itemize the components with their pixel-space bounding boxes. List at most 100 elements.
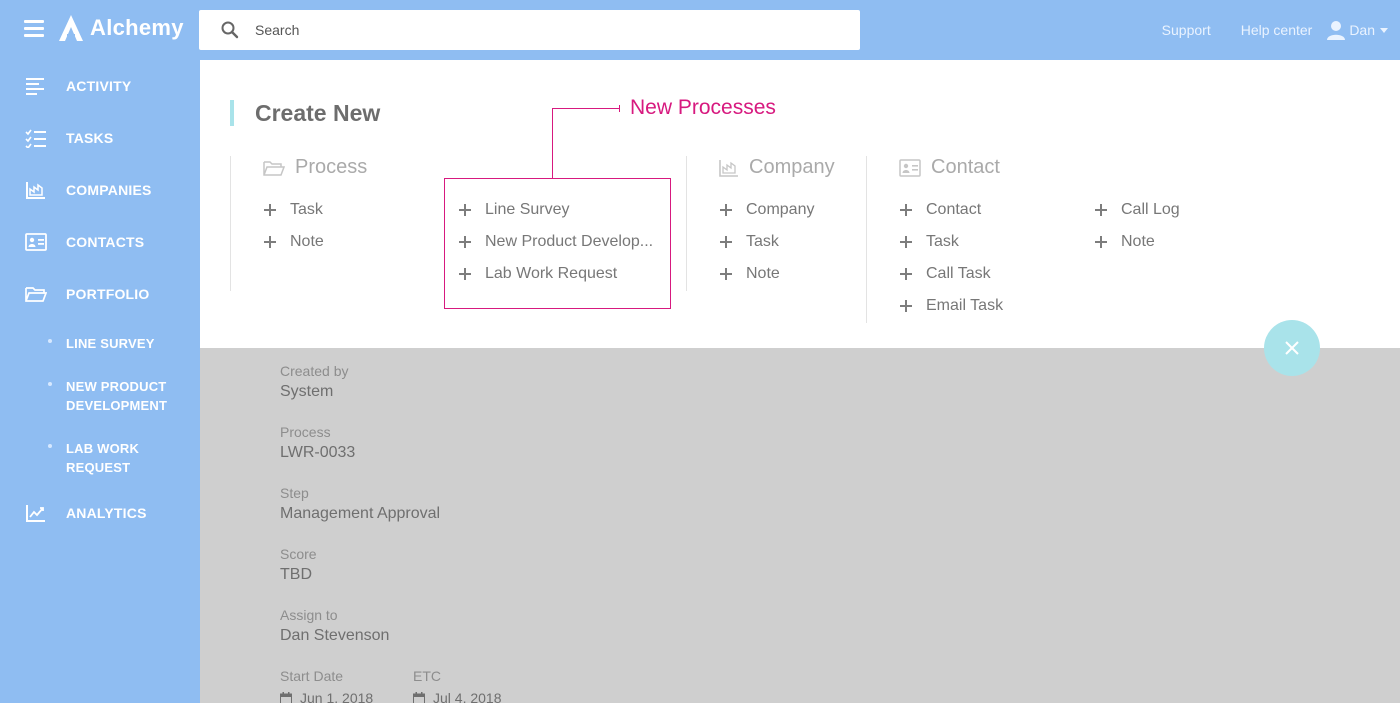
user-menu[interactable]: Dan bbox=[1326, 20, 1388, 40]
hamburger-menu-icon[interactable] bbox=[24, 20, 44, 38]
sidebar-item-label: CONTACTS bbox=[66, 234, 145, 250]
sidebar-item-label: TASKS bbox=[66, 130, 114, 146]
sidebar-item-activity[interactable]: ACTIVITY bbox=[0, 66, 200, 106]
folder-open-icon bbox=[263, 160, 285, 176]
plus-icon bbox=[900, 204, 912, 216]
support-link[interactable]: Support bbox=[1162, 22, 1211, 38]
plus-icon bbox=[264, 204, 276, 216]
plus-icon bbox=[720, 204, 732, 216]
user-avatar-icon bbox=[1327, 21, 1346, 40]
field-label: Score bbox=[280, 546, 317, 562]
field-value: System bbox=[280, 383, 334, 400]
search-icon bbox=[221, 21, 239, 39]
tasks-icon bbox=[25, 129, 46, 148]
callout-label: New Processes bbox=[630, 96, 776, 119]
create-new-panel: Create New Process Task Note Line Survey… bbox=[200, 60, 1400, 348]
create-call-log[interactable]: Call Log bbox=[1095, 201, 1180, 219]
field-value: Management Approval bbox=[280, 505, 441, 522]
create-company-note[interactable]: Note bbox=[720, 265, 780, 283]
field-label: ETC bbox=[413, 668, 441, 684]
field-label: Step bbox=[280, 485, 309, 501]
sidebar-item-label: COMPANIES bbox=[66, 182, 152, 198]
panel-title: Create New bbox=[255, 100, 381, 126]
bullet-dot bbox=[48, 382, 52, 386]
companies-icon bbox=[26, 182, 45, 199]
field-label: Start Date bbox=[280, 668, 344, 684]
alchemy-logo-icon bbox=[59, 15, 83, 41]
create-contact-note[interactable]: Note bbox=[1095, 233, 1155, 251]
company-heading: Company bbox=[719, 156, 835, 179]
date-value: Jul 4, 2018 bbox=[413, 690, 502, 703]
sidebar-item-label: ACTIVITY bbox=[66, 78, 132, 94]
close-create-new-button[interactable] bbox=[1264, 320, 1320, 376]
bullet-dot bbox=[48, 339, 52, 343]
close-icon bbox=[1285, 341, 1299, 355]
sidebar-item-analytics[interactable]: ANALYTICS bbox=[0, 493, 200, 533]
create-email-task[interactable]: Email Task bbox=[900, 297, 1003, 315]
detail-etc: ETC Jul 4, 2018 bbox=[413, 668, 502, 703]
sidebar-item-portfolio[interactable]: PORTFOLIO bbox=[0, 274, 200, 314]
plus-icon bbox=[900, 300, 912, 312]
help-center-link[interactable]: Help center bbox=[1241, 22, 1313, 38]
detail-process: Process LWR-0033 bbox=[280, 424, 355, 462]
column-divider bbox=[686, 156, 687, 291]
process-heading: Process bbox=[263, 156, 367, 179]
contacts-icon bbox=[899, 158, 921, 177]
field-label: Created by bbox=[280, 363, 349, 379]
contacts-icon bbox=[25, 233, 47, 251]
callout-connector bbox=[552, 108, 553, 178]
column-divider bbox=[230, 156, 231, 291]
sidebar-subitem-label: NEW PRODUCT DEVELOPMENT bbox=[66, 379, 168, 413]
search-placeholder: Search bbox=[255, 22, 300, 38]
create-call-task[interactable]: Call Task bbox=[900, 265, 991, 283]
plus-icon bbox=[900, 236, 912, 248]
detail-created-by: Created by System bbox=[280, 363, 348, 401]
bullet-dot bbox=[48, 444, 52, 448]
field-label: Assign to bbox=[280, 607, 338, 623]
callout-connector-tick bbox=[619, 105, 620, 112]
contact-heading: Contact bbox=[899, 156, 1000, 179]
field-value: TBD bbox=[280, 566, 312, 583]
create-company-task[interactable]: Task bbox=[720, 233, 779, 251]
plus-icon bbox=[900, 268, 912, 280]
detail-score: Score TBD bbox=[280, 546, 317, 584]
activity-icon bbox=[26, 78, 44, 95]
field-value: LWR-0033 bbox=[280, 444, 356, 461]
callout-connector bbox=[552, 108, 620, 109]
column-divider bbox=[866, 156, 867, 323]
create-contact-task[interactable]: Task bbox=[900, 233, 959, 251]
plus-icon bbox=[720, 268, 732, 280]
field-label: Process bbox=[280, 424, 331, 440]
calendar-icon bbox=[280, 691, 292, 703]
sidebar-item-tasks[interactable]: TASKS bbox=[0, 118, 200, 158]
plus-icon bbox=[720, 236, 732, 248]
title-accent-bar bbox=[230, 100, 234, 126]
user-name: Dan bbox=[1349, 22, 1375, 38]
sidebar-item-contacts[interactable]: CONTACTS bbox=[0, 222, 200, 262]
chevron-down-icon bbox=[1380, 27, 1388, 33]
app-logo[interactable]: Alchemy bbox=[58, 14, 184, 42]
plus-icon bbox=[1095, 204, 1107, 216]
sidebar-item-label: ANALYTICS bbox=[66, 505, 147, 521]
create-process-task[interactable]: Task bbox=[264, 201, 323, 219]
companies-icon bbox=[719, 159, 738, 177]
create-process-note[interactable]: Note bbox=[264, 233, 324, 251]
analytics-icon bbox=[26, 505, 45, 522]
search-input[interactable]: Search bbox=[199, 10, 860, 50]
detail-assign-to: Assign to Dan Stevenson bbox=[280, 607, 389, 645]
detail-step: Step Management Approval bbox=[280, 485, 440, 523]
create-contact[interactable]: Contact bbox=[900, 201, 981, 219]
sidebar-item-companies[interactable]: COMPANIES bbox=[0, 170, 200, 210]
top-bar: Alchemy Search Support Help center Dan bbox=[0, 0, 1400, 60]
sidebar: ACTIVITY TASKS COMPANIES CONTACTS PORTFO… bbox=[0, 60, 200, 703]
folder-icon bbox=[25, 287, 47, 302]
plus-icon bbox=[1095, 236, 1107, 248]
sidebar-subitem-label: LINE SURVEY bbox=[66, 336, 155, 351]
new-processes-highlight bbox=[444, 178, 671, 309]
create-company[interactable]: Company bbox=[720, 201, 814, 219]
date-value: Jun 1, 2018 bbox=[280, 690, 373, 703]
calendar-icon bbox=[413, 691, 425, 703]
sidebar-item-label: PORTFOLIO bbox=[66, 286, 150, 302]
brand-name: Alchemy bbox=[90, 15, 184, 40]
field-value: Dan Stevenson bbox=[280, 627, 390, 644]
